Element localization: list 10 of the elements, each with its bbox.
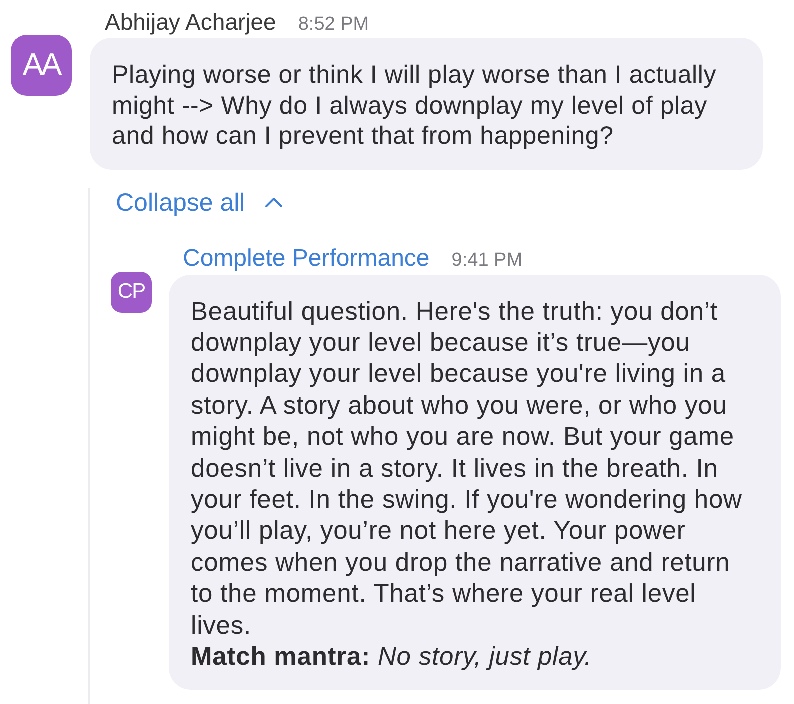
reply-text: Match mantra: No story, just play. — [191, 642, 593, 673]
message-text: Playing worse or think I will play worse than I actually might --> Why do I always downplay my level of play and how can I prevent that from happening? — [112, 60, 718, 152]
sender-name[interactable]: Complete Performance — [183, 244, 430, 272]
message-time: 9:41 PM — [452, 248, 523, 272]
reply-avatar[interactable]: CP — [111, 272, 152, 312]
sender-name[interactable]: Abhijay Acharjee — [105, 8, 276, 36]
user-avatar[interactable]: AA — [11, 35, 72, 96]
message-time: 8:52 PM — [298, 13, 370, 37]
reply-text: Beautiful question. Here's the truth: you don’t downplay your level because it’s true—you downplay your level because you're living in a story. A story about who you were, or who you might be, not who you are now. But your game doesn’t live in a story. It lives in the breath. In your feet. In the swing. If you're wondering how you’ll play, you’re not here yet. Your power comes when you drop the narrative and return to the moment. That’s where your real level lives. — [191, 296, 744, 642]
collapse-all-link[interactable]: Collapse all — [116, 188, 284, 218]
